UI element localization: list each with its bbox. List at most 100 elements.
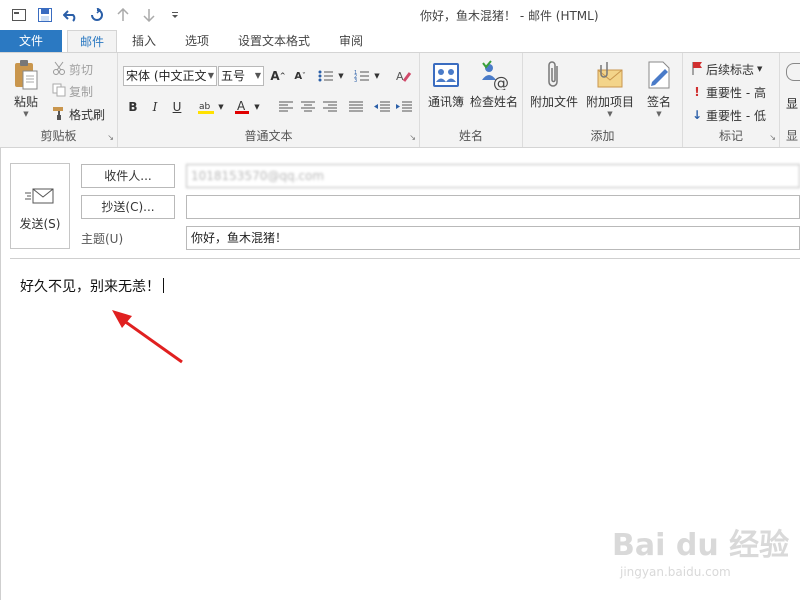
follow-up-button[interactable]: 后续标志 ▼: [691, 59, 762, 79]
align-center-icon[interactable]: [298, 97, 318, 117]
undo-icon[interactable]: [60, 5, 82, 25]
red-annotation-arrow: [112, 310, 183, 364]
high-importance-label: 重要性 - 高: [706, 85, 766, 100]
basic-text-group: 宋体 (中文正文 ▼ 五号 ▼ A ^ Aˇ ▼ 123 ▼ A B I U ab…: [118, 53, 420, 147]
font-name-combo[interactable]: 宋体 (中文正文 ▼: [123, 66, 217, 86]
baidu-watermark-url: jingyan.baidu.com: [620, 565, 731, 579]
flag-icon: [691, 61, 703, 78]
format-painter-icon: [52, 106, 66, 123]
highlight-icon[interactable]: ab: [196, 97, 216, 117]
attach-file-label: 附加文件: [529, 95, 578, 109]
align-right-icon[interactable]: [320, 97, 340, 117]
bullets-dropdown-icon[interactable]: ▼: [336, 66, 346, 86]
cut-button[interactable]: 剪切: [52, 59, 93, 79]
attach-item-dropdown-icon[interactable]: ▼: [583, 110, 637, 118]
window-menu-icon[interactable]: [8, 5, 30, 25]
show-icon[interactable]: [786, 63, 800, 81]
shrink-font-icon[interactable]: Aˇ: [290, 66, 310, 86]
follow-up-label: 后续标志: [706, 62, 755, 77]
high-importance-button[interactable]: ! 重要性 - 高: [691, 82, 766, 102]
cc-button[interactable]: 抄送(C)...: [81, 195, 175, 219]
paste-icon: [11, 59, 41, 91]
decrease-indent-icon[interactable]: [372, 97, 392, 117]
names-group-label: 姓名: [458, 129, 483, 143]
bullets-icon[interactable]: [316, 66, 336, 86]
cc-field[interactable]: [186, 195, 800, 219]
tab-file[interactable]: 文件: [0, 30, 62, 52]
basic-text-launcher-icon[interactable]: ↘: [409, 133, 416, 142]
customize-toolbar-icon[interactable]: [164, 5, 186, 25]
svg-text:@: @: [493, 73, 509, 90]
subject-label: 主题(U): [81, 232, 124, 246]
signature-dropdown-icon[interactable]: ▼: [639, 110, 679, 118]
italic-icon[interactable]: I: [145, 97, 165, 117]
save-icon[interactable]: [34, 5, 56, 25]
send-button[interactable]: 发送(S): [10, 163, 70, 249]
redo-icon[interactable]: [86, 5, 108, 25]
include-group-label: 添加: [590, 129, 615, 143]
align-left-icon[interactable]: [276, 97, 296, 117]
align-justify-icon[interactable]: [346, 97, 366, 117]
numbering-icon[interactable]: 123: [352, 66, 372, 86]
signature-icon: [644, 59, 674, 91]
underline-icon[interactable]: U: [167, 97, 187, 117]
check-names-button[interactable]: @ 检查姓名: [470, 59, 518, 110]
highlight-dropdown-icon[interactable]: ▼: [216, 97, 226, 117]
attach-item-button[interactable]: 附加项目 ▼: [583, 59, 637, 118]
include-group: 附加文件 附加项目 ▼ 签名 ▼ 添加: [523, 53, 683, 147]
bold-icon[interactable]: B: [123, 97, 143, 117]
low-importance-label: 重要性 - 低: [706, 108, 766, 123]
scissors-icon: [52, 61, 66, 78]
svg-text:A: A: [237, 99, 246, 113]
increase-indent-icon[interactable]: [394, 97, 414, 117]
svg-text:3: 3: [354, 78, 357, 83]
attach-item-label: 附加项目: [585, 95, 634, 109]
tab-format-text[interactable]: 设置文本格式: [228, 30, 320, 52]
subject-field[interactable]: 你好，鱼木混猪！: [186, 226, 800, 250]
attach-item-icon: [595, 59, 625, 91]
body-divider: [10, 258, 800, 259]
format-painter-button[interactable]: 格式刷: [52, 104, 105, 124]
clipboard-launcher-icon[interactable]: ↘: [107, 133, 114, 142]
address-book-button[interactable]: 通讯簿: [426, 59, 466, 110]
copy-icon: [52, 83, 66, 100]
message-body-text: 好久不见，别来无恙！: [20, 279, 160, 295]
clear-formatting-icon[interactable]: A: [394, 66, 414, 86]
message-body[interactable]: 好久不见，别来无恙！: [20, 276, 164, 296]
font-color-dropdown-icon[interactable]: ▼: [252, 97, 262, 117]
paperclip-icon: [539, 59, 569, 91]
arrow-up-icon[interactable]: [112, 5, 134, 25]
check-names-label: 检查姓名: [470, 95, 519, 109]
tags-launcher-icon[interactable]: ↘: [769, 133, 776, 142]
ribbon-tabs: 文件 邮件 插入 选项 设置文本格式 审阅: [0, 30, 800, 52]
window-title: 你好，鱼木混猪！ - 邮件 (HTML): [420, 9, 599, 23]
attach-file-button[interactable]: 附加文件: [527, 59, 581, 110]
low-importance-button[interactable]: ↓ 重要性 - 低: [691, 105, 766, 125]
tab-review[interactable]: 审阅: [329, 30, 373, 52]
font-size-combo[interactable]: 五号 ▼: [218, 66, 264, 86]
to-button[interactable]: 收件人...: [81, 164, 175, 188]
paste-dropdown-icon[interactable]: ▼: [8, 110, 44, 118]
show-group-partial: 显 显: [780, 53, 800, 147]
exclamation-icon: !: [694, 85, 700, 99]
show-label[interactable]: 显: [786, 95, 798, 112]
show-group-label: 显: [786, 129, 799, 143]
address-book-icon: [431, 59, 461, 91]
paste-label: 粘贴: [13, 95, 38, 109]
send-label: 发送(S): [19, 217, 61, 231]
copy-button[interactable]: 复制: [52, 81, 93, 101]
arrow-down-icon[interactable]: [138, 5, 160, 25]
font-color-icon[interactable]: A: [232, 97, 252, 117]
follow-up-dropdown-icon: ▼: [757, 65, 763, 73]
numbering-dropdown-icon[interactable]: ▼: [372, 66, 382, 86]
tab-insert[interactable]: 插入: [122, 30, 166, 52]
baidu-watermark: Bai du 经验: [612, 528, 790, 563]
signature-label: 签名: [646, 95, 671, 109]
grow-font-icon[interactable]: A ^: [268, 66, 288, 86]
signature-button[interactable]: 签名 ▼: [639, 59, 679, 118]
to-field[interactable]: 1018153570@qq.com: [186, 164, 800, 188]
quick-access-toolbar: [8, 5, 186, 25]
tab-message[interactable]: 邮件: [67, 30, 117, 52]
tab-options[interactable]: 选项: [175, 30, 219, 52]
paste-button[interactable]: 粘贴 ▼: [8, 59, 44, 118]
